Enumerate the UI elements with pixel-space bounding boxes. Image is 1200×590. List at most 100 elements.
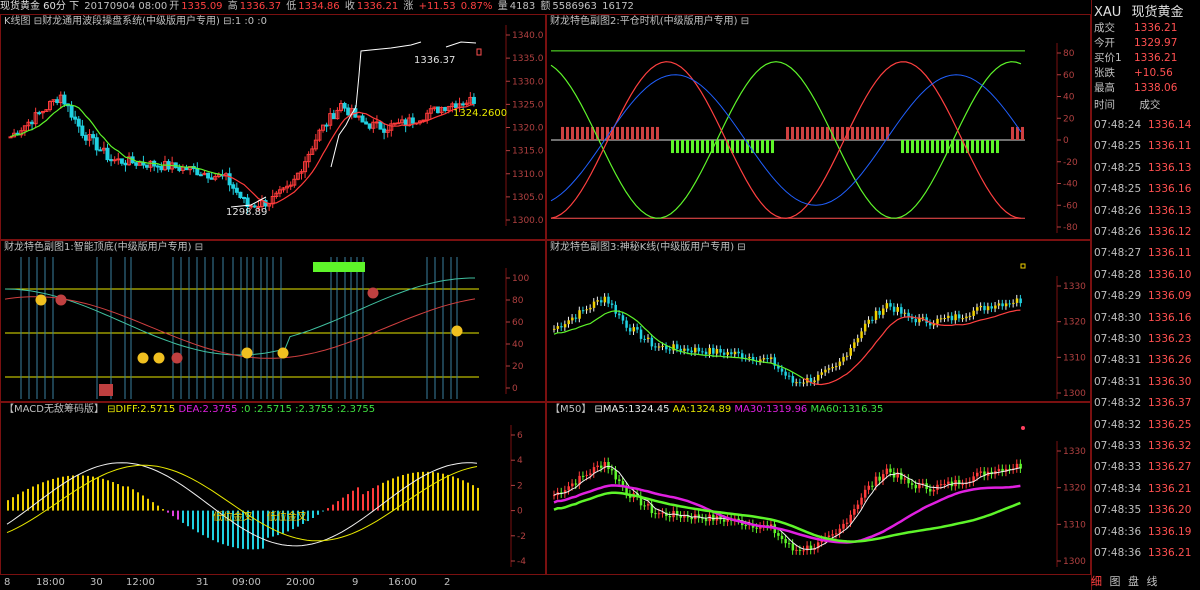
tab-book[interactable]: 盘	[1128, 575, 1139, 588]
candle-body	[741, 353, 744, 359]
marker-box	[1020, 263, 1026, 269]
macd-histogram-bar	[467, 482, 469, 511]
m50-y-tick-label: 1320	[1063, 484, 1086, 494]
candle-body	[683, 348, 686, 351]
tick-price: 1336.14	[1148, 119, 1192, 131]
candle-body	[997, 468, 1001, 472]
macd-annot-cross-1: 低位金叉	[213, 510, 253, 523]
macd-y-tick-label: 0	[517, 507, 523, 517]
m50-chart: 1330 1320 1310 1300	[553, 426, 1086, 567]
open-value: 1335.09	[181, 1, 223, 12]
macd-histogram-bar	[427, 471, 429, 511]
sub2-y-tick-label: 80	[1063, 49, 1075, 59]
close-value: 1336.21	[356, 1, 399, 12]
candle-body	[878, 310, 881, 315]
macd-histogram-bar	[337, 501, 339, 511]
sub3-panel[interactable]: 财龙特色副图3:神秘K线(中级版用户专用) ⊟ 1330 1320 1310 1300	[546, 240, 1091, 402]
macd-histogram-bar	[7, 500, 9, 511]
tick-price: 1336.11	[1148, 247, 1192, 260]
candle-body	[831, 534, 834, 536]
candle-body	[842, 523, 845, 529]
candle-body	[780, 368, 784, 372]
candle-body	[882, 308, 885, 315]
tick-price: 1336.21	[1148, 547, 1192, 559]
time-axis-label: 09:00	[232, 577, 261, 588]
tick-time: 07:48:30	[1094, 311, 1142, 324]
change-percent: 0.87%	[460, 1, 493, 12]
candle-body	[849, 514, 852, 523]
candle-body	[657, 513, 661, 515]
candle-body	[914, 318, 918, 323]
m50-panel[interactable]: 【M50】 ⊟MA5:1324.45 AA:1324.89 MA30:1319.…	[546, 402, 1091, 575]
signal-bar-red	[806, 126, 809, 140]
kline-panel[interactable]: K线图 ⊟财龙通用波段操盘系统(中级版用户专用) ⊟:1 :0 :0 1340.…	[0, 14, 546, 240]
tick-time: 07:48:31	[1094, 375, 1142, 388]
macd-y-tick-label: 2	[517, 481, 523, 491]
candle-body	[195, 167, 200, 176]
time-axis-label: 18:00	[36, 577, 65, 588]
sub2-panel[interactable]: 财龙特色副图2:平仓时机(中级版用户专用) ⊟ 80 60 40 20 0 -20 -40-…	[546, 14, 1091, 240]
candle-body	[80, 125, 85, 136]
candle-body	[947, 315, 950, 319]
candle-body	[690, 350, 693, 353]
tick-time: 07:48:32	[1094, 397, 1142, 410]
candle-body	[596, 465, 599, 468]
macd-histogram-bar	[202, 510, 204, 536]
candle-body	[961, 484, 965, 486]
tick-row: 07:48:35 1336.20	[1094, 501, 1191, 520]
candle-body	[238, 191, 243, 198]
tab-detail[interactable]: 细	[1091, 575, 1102, 588]
signal-bar-red	[836, 126, 839, 140]
sub1-panel[interactable]: 财龙特色副图1:智能顶底(中级版用户专用) ⊟ 100 80 60 40 20 0	[0, 240, 546, 402]
macd-histogram-bar	[407, 473, 409, 511]
sub1-y-tick-label: 0	[512, 384, 518, 394]
candle-body	[574, 483, 578, 485]
candle-body	[98, 149, 103, 152]
candle-body	[820, 372, 824, 375]
kline-y-tick-label: 1305.0	[512, 193, 544, 203]
macd-panel[interactable]: 【MACD无敌筹码版】 ⊟DIFF:2.5715 DEA:2.3755 :0 :…	[0, 402, 546, 575]
macd-histogram-bar	[57, 477, 59, 511]
signal-bar-green	[701, 140, 704, 154]
candle-body	[986, 306, 990, 311]
trend-line-red	[222, 103, 474, 205]
candle-body	[910, 483, 914, 485]
candle-body	[900, 307, 903, 314]
candle-body	[802, 550, 805, 552]
candle-body	[112, 159, 117, 162]
macd-histogram-bar	[327, 508, 329, 511]
candle-body	[607, 296, 610, 304]
macd-histogram-bar	[417, 472, 419, 511]
signal-bar-green	[681, 140, 684, 154]
quote-row: 最高 1338.06	[1094, 80, 1177, 95]
macd-histogram-bar	[312, 510, 314, 518]
candle-body	[795, 549, 798, 551]
candle-body	[37, 112, 42, 115]
candle-body	[360, 115, 365, 123]
high-marker-line	[445, 41, 477, 48]
macd-histogram-bar	[127, 486, 129, 511]
tick-row: 07:48:36 1336.21	[1094, 544, 1191, 563]
macd-histogram-bar	[477, 487, 479, 511]
macd-histogram-bar	[437, 472, 439, 511]
signal-bar-red	[811, 126, 814, 140]
candle-body	[209, 177, 214, 180]
tick-price: 1336.11	[1148, 140, 1192, 153]
tab-line[interactable]: 线	[1147, 575, 1158, 588]
signal-bar-red	[641, 126, 644, 140]
candle-body	[965, 316, 968, 319]
tab-chart[interactable]: 图	[1110, 575, 1121, 588]
macd-histogram-bar	[122, 486, 124, 511]
macd-histogram-bar	[412, 472, 414, 511]
signal-bar-green	[931, 140, 934, 154]
candle-body	[62, 94, 67, 105]
macd-histogram-bar	[167, 510, 169, 513]
candle-body	[560, 326, 563, 328]
candle-body	[708, 347, 711, 355]
candle-body	[766, 358, 769, 360]
tick-row: 07:48:25 1336.13	[1094, 159, 1191, 178]
sub2-y-tick-label: -80	[1063, 223, 1078, 233]
candle-body	[784, 371, 787, 376]
quote-header-bar: 现货黄金 60分 下 20170904 08:00 开 1335.09 高 1336.…	[0, 0, 1090, 14]
macd-histogram-bar	[87, 475, 89, 511]
